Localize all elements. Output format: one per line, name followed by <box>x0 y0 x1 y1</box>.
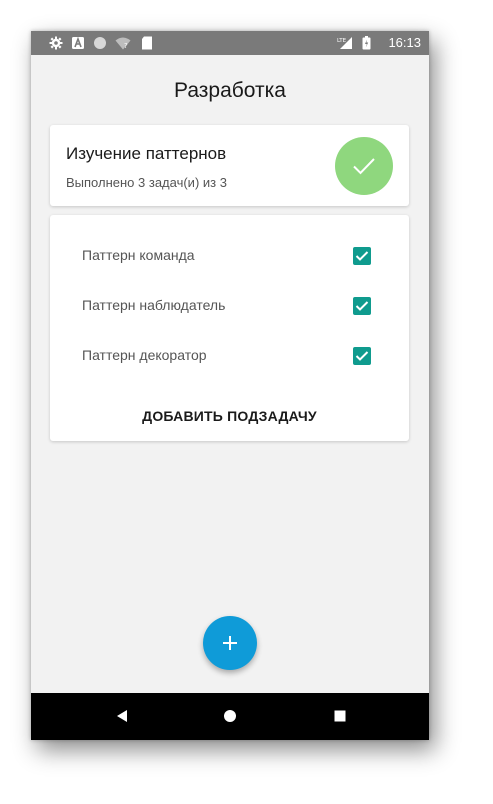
a-notification-icon <box>72 36 84 49</box>
svg-text:?: ? <box>124 42 128 50</box>
add-subtask-button[interactable]: ДОБАВИТЬ ПОДЗАДАЧУ <box>50 408 409 424</box>
task-card[interactable]: Изучение паттернов Выполнено 3 задач(и) … <box>50 125 409 206</box>
phone-screen: ? LTE 16:13 Разработка Изучение паттерно… <box>31 31 429 740</box>
task-progress: Выполнено 3 задач(и) из 3 <box>66 175 227 190</box>
subtask-row[interactable]: Паттерн наблюдатель <box>50 285 409 325</box>
check-icon <box>353 158 375 175</box>
subtasks-card: Паттерн команда Паттерн наблюдатель Патт… <box>50 215 409 441</box>
status-time: 16:13 <box>388 35 421 50</box>
checkmark-icon <box>355 351 369 361</box>
task-complete-badge[interactable] <box>335 137 393 195</box>
subtask-checkbox[interactable] <box>353 247 371 265</box>
subtask-label: Паттерн наблюдатель <box>82 297 226 313</box>
home-icon[interactable] <box>223 709 237 723</box>
circle-icon <box>94 37 106 49</box>
wifi-icon: ? <box>115 37 131 50</box>
subtask-checkbox[interactable] <box>353 297 371 315</box>
recents-icon[interactable] <box>333 709 347 723</box>
subtask-label: Паттерн декоратор <box>82 347 207 363</box>
plus-icon <box>223 636 237 650</box>
checkmark-icon <box>355 301 369 311</box>
navigation-bar <box>31 693 429 740</box>
sd-card-icon <box>142 36 152 50</box>
back-icon[interactable] <box>115 709 129 723</box>
task-title: Изучение паттернов <box>66 144 227 163</box>
battery-icon <box>362 36 371 50</box>
subtask-row[interactable]: Паттерн команда <box>50 235 409 275</box>
status-bar: ? LTE 16:13 <box>31 31 429 55</box>
gear-icon <box>49 36 63 50</box>
subtask-row[interactable]: Паттерн декоратор <box>50 335 409 375</box>
checkmark-icon <box>355 251 369 261</box>
network-type-label: LTE <box>337 38 347 44</box>
subtask-label: Паттерн команда <box>82 247 195 263</box>
subtask-checkbox[interactable] <box>353 347 371 365</box>
add-task-fab[interactable] <box>203 616 257 670</box>
page-title: Разработка <box>174 79 286 102</box>
lte-signal-icon: LTE <box>337 37 352 49</box>
